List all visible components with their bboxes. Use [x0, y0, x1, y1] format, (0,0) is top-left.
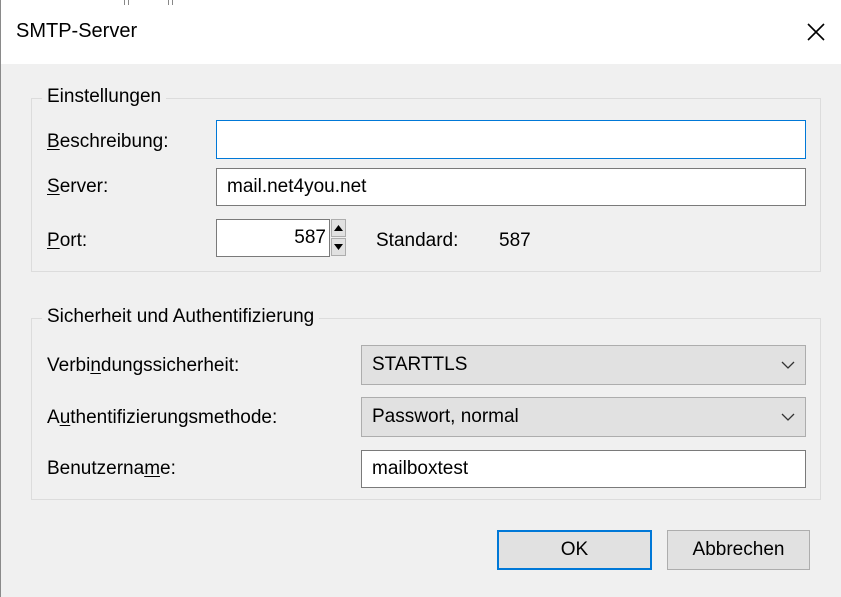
username-label: Benutzername: [47, 458, 176, 479]
auth-method-value: Passwort, normal [372, 406, 519, 427]
port-stepper[interactable] [331, 219, 346, 257]
username-field[interactable]: mailboxtest [361, 450, 806, 488]
port-decrement-button[interactable] [331, 238, 346, 256]
port-default-label: Standard: [376, 230, 459, 251]
description-label: Beschreibung: [47, 131, 169, 152]
close-button[interactable] [796, 14, 836, 50]
dialog-title: SMTP-Server [16, 20, 138, 42]
server-field[interactable]: mail.net4you.net [216, 168, 806, 206]
port-default-value: 587 [499, 230, 531, 251]
auth-method-select[interactable]: Passwort, normal [361, 397, 806, 437]
port-field[interactable]: 587 [216, 219, 330, 257]
connection-security-value: STARTTLS [372, 354, 468, 375]
security-group-title: Sicherheit und Authentifizierung [42, 306, 320, 328]
connection-security-label: Verbindungssicherheit: [47, 355, 240, 376]
auth-method-label: Authentifizierungsmethode: [47, 407, 278, 428]
chevron-down-icon [781, 361, 795, 369]
settings-group-title: Einstellungen [42, 86, 167, 108]
port-increment-button[interactable] [331, 219, 346, 237]
arrow-down-icon [334, 244, 343, 250]
description-field[interactable] [216, 120, 806, 159]
connection-security-select[interactable]: STARTTLS [361, 345, 806, 385]
window-border [0, 0, 1, 597]
cancel-button[interactable]: Abbrechen [667, 530, 810, 570]
close-icon[interactable] [807, 23, 825, 41]
background-window-edge [0, 0, 841, 5]
port-label: Port: [47, 230, 88, 251]
arrow-up-icon [334, 225, 343, 231]
ok-button[interactable]: OK [497, 530, 652, 570]
server-label: Server: [47, 176, 109, 197]
chevron-down-icon [781, 413, 795, 421]
